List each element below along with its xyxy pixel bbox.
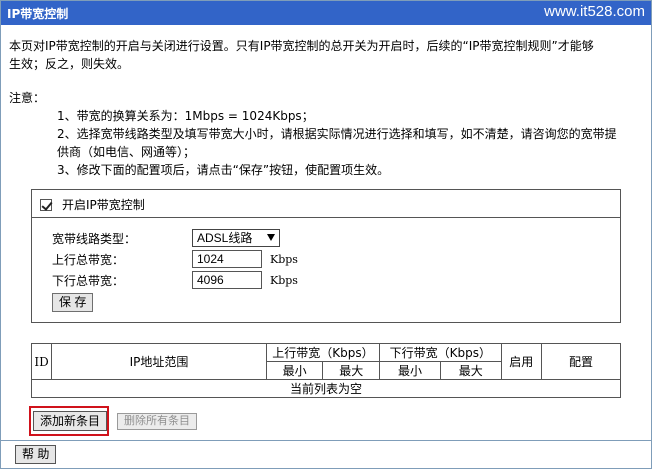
download-label: 下行总带宽： [52,273,125,288]
empty-list-message: 当前列表为空 [31,379,621,398]
enable-row: 开启IP带宽控制 [40,196,145,213]
line-type-value: ADSL线路 [197,231,253,245]
download-bandwidth-input[interactable] [192,271,262,289]
upload-bandwidth-input[interactable] [192,250,262,268]
download-row: 下行总带宽： Kbps [52,271,298,289]
save-button[interactable]: 保 存 [52,293,94,312]
title-bar: IP带宽控制 www.it528.com [1,1,651,25]
save-row: 保 存 [52,293,94,312]
intro-line-2: 生效；反之，则失效。 [9,57,130,71]
note-item-2-cont: 供商（如电信、网通等）； [57,145,196,159]
down-min-header: 最小 [379,361,441,380]
notes-title: 注意： [9,91,46,105]
add-entry-button[interactable]: 添加新条目 [33,411,108,431]
table-header-row: ID IP地址范围 上行带宽（Kbps） 下行带宽（Kbps） 启用 配置 [30,343,621,380]
down-max-header: 最大 [439,361,502,380]
upload-row: 上行总带宽： Kbps [52,250,298,268]
upload-label: 上行总带宽： [52,252,125,267]
help-button[interactable]: 帮 助 [15,445,57,464]
up-min-header: 最小 [265,361,324,380]
col-down-header: 下行带宽（Kbps） [379,343,502,362]
col-id-header: ID [30,343,53,380]
line-type-label: 宽带线路类型： [52,231,137,246]
settings-divider [32,217,620,218]
up-max-header: 最大 [322,361,381,380]
footer-divider [1,440,651,441]
watermark: www.it528.com [544,3,645,20]
dropdown-arrow-icon [267,234,275,241]
main-frame: IP带宽控制 www.it528.com 本页对IP带宽控制的开启与关闭进行设置… [0,0,652,469]
intro-line-1: 本页对IP带宽控制的开启与关闭进行设置。只有IP带宽控制的总开关为开启时，后续的… [9,39,594,53]
table-row: 当前列表为空 [31,379,621,398]
col-enabled-header: 启用 [500,343,543,380]
col-config-header: 配置 [541,343,621,380]
note-item-1: 1、带宽的换算关系为：1Mbps = 1024Kbps； [57,109,314,123]
enable-label: 开启IP带宽控制 [62,198,145,212]
delete-all-button[interactable]: 删除所有条目 [117,413,197,430]
line-type-row: 宽带线路类型： ADSL线路 [52,229,280,247]
upload-unit: Kbps [270,252,298,266]
page-title: IP带宽控制 [7,7,69,21]
enable-checkbox[interactable] [40,198,52,211]
rules-table: ID IP地址范围 上行带宽（Kbps） 下行带宽（Kbps） 启用 配置 最小… [30,343,621,398]
note-item-2: 2、选择宽带线路类型及填写带宽大小时，请根据实际情况进行选择和填写，如不清楚，请… [57,127,617,141]
settings-panel: 开启IP带宽控制 宽带线路类型： ADSL线路 上行总带宽： Kbps 下行总带… [31,189,621,323]
description-area: 本页对IP带宽控制的开启与关闭进行设置。只有IP带宽控制的总开关为开启时，后续的… [9,37,639,179]
line-type-select[interactable]: ADSL线路 [192,229,280,247]
download-unit: Kbps [270,273,298,287]
col-up-header: 上行带宽（Kbps） [265,343,381,362]
note-item-3: 3、修改下面的配置项后，请点击“保存”按钮，使配置项生效。 [57,163,390,177]
col-ip-header: IP地址范围 [51,343,267,380]
